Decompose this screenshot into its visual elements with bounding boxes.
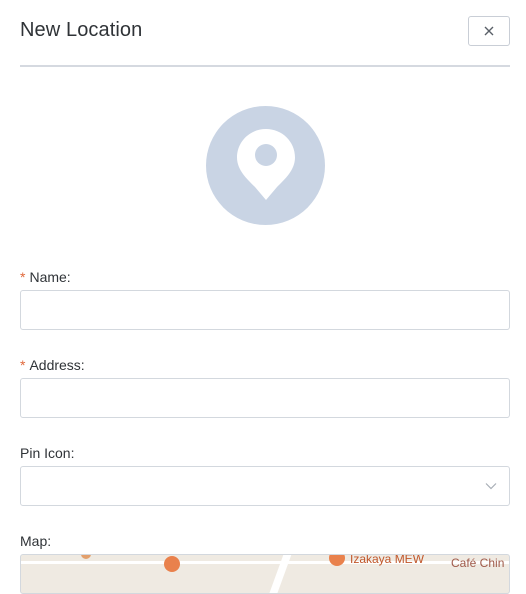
close-button[interactable] [468, 16, 510, 46]
address-input[interactable] [20, 378, 510, 418]
location-map[interactable]: Izakaya MEW Café Chin [20, 554, 510, 594]
required-indicator: * [20, 269, 26, 285]
pin-icon-label: Pin Icon: [20, 445, 75, 461]
dialog-title: New Location [20, 19, 143, 41]
map-marker[interactable] [164, 556, 180, 572]
map-marker[interactable] [329, 555, 345, 566]
map-poi-label[interactable]: Café Chin [451, 556, 504, 570]
location-avatar [206, 106, 325, 225]
map-poi-label[interactable]: Izakaya MEW [350, 555, 424, 566]
name-input[interactable] [20, 290, 510, 330]
required-indicator: * [20, 357, 26, 373]
address-label: * Address: [20, 357, 85, 373]
name-label: * Name: [20, 269, 71, 285]
map-label: Map: [20, 533, 52, 549]
chevron-down-icon [485, 483, 497, 490]
pin-icon-select[interactable] [20, 466, 510, 506]
map-marker[interactable] [81, 555, 91, 559]
map-pin-icon [236, 128, 295, 200]
dialog-header: New Location [20, 0, 510, 67]
close-icon [484, 26, 494, 36]
